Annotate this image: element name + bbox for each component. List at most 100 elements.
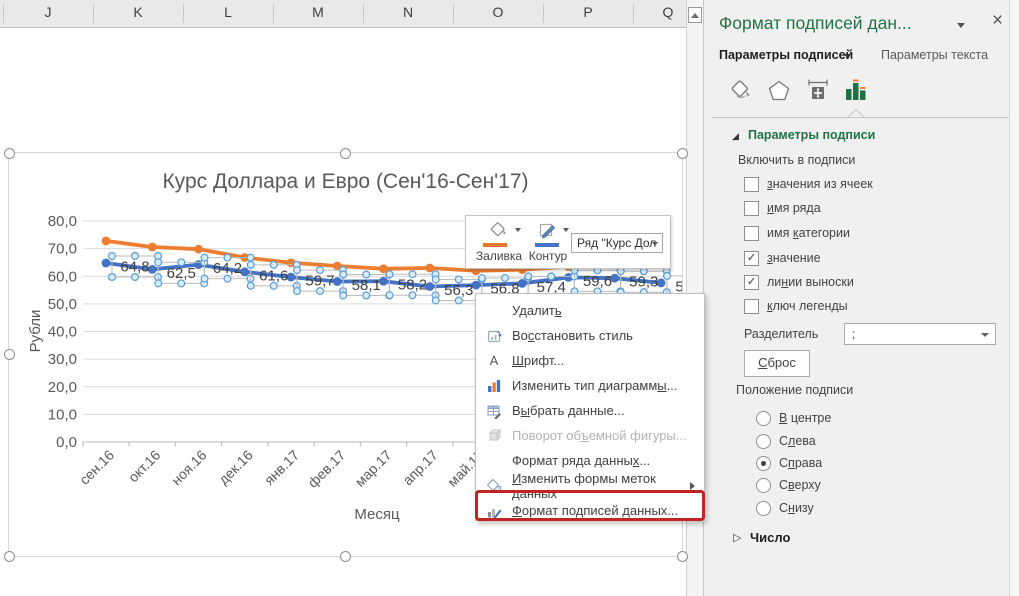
svg-text:59,6: 59,6 — [583, 273, 612, 290]
checkbox-icon: ✓ — [744, 299, 759, 314]
scroll-up-button[interactable] — [688, 7, 702, 23]
column-header-m[interactable]: M — [312, 4, 324, 20]
expand-triangle-icon[interactable]: ▷ — [733, 531, 741, 544]
svg-text:сен.16: сен.16 — [76, 447, 117, 488]
svg-text:апр.17: апр.17 — [399, 447, 441, 489]
radio-above[interactable]: Сверху — [756, 476, 821, 494]
column-header-l[interactable]: L — [224, 4, 232, 20]
column-header-k[interactable]: K — [133, 4, 142, 20]
checkbox-icon: ✓ — [744, 226, 759, 241]
column-header-o[interactable]: O — [493, 4, 504, 20]
pane-close-icon[interactable]: × — [992, 10, 1003, 32]
checkbox-value[interactable]: ✓ значение — [744, 249, 821, 267]
svg-text:59,7: 59,7 — [305, 273, 334, 290]
checkbox-values-from-cells[interactable]: ✓ значения из ячеек — [744, 175, 873, 193]
outline-button[interactable]: Контур — [526, 219, 570, 265]
pane-scrollbar[interactable] — [1009, 0, 1019, 596]
svg-text:59,3: 59,3 — [629, 274, 658, 291]
section-label-options[interactable]: Параметры подписи — [748, 128, 875, 142]
menu-item-delete[interactable]: Удалить — [476, 298, 704, 323]
menu-item-reset-style[interactable]: Восстановить стиль — [476, 323, 704, 348]
pane-title-dropdown-caret[interactable] — [957, 23, 965, 28]
radio-left[interactable]: Слева — [756, 432, 816, 450]
checkbox-category-name[interactable]: ✓ имя категории — [744, 224, 850, 242]
svg-text:64,2: 64,2 — [213, 260, 242, 277]
menu-item-change-chart-type[interactable]: Изменить тип диаграммы... — [476, 373, 704, 398]
chart-element-selector-caret[interactable] — [652, 242, 658, 246]
column-header-q[interactable]: Q — [663, 4, 674, 20]
format-data-labels-pane: Формат подписей дан... × Параметры подпи… — [703, 0, 1019, 596]
svg-text:Месяц: Месяц — [354, 506, 400, 523]
svg-text:окт.16: окт.16 — [125, 447, 164, 486]
chart-resize-handle-w[interactable] — [4, 349, 15, 360]
mini-toolbar: Заливка Контур Ряд "Курс Дол — [465, 215, 671, 269]
column-header-n[interactable]: N — [403, 4, 413, 20]
separator-dropdown-caret — [981, 333, 989, 337]
svg-text:дек.16: дек.16 — [215, 447, 256, 488]
svg-text:50,0: 50,0 — [48, 296, 77, 313]
cube-3d-icon — [476, 428, 512, 444]
collapse-triangle-icon[interactable]: ◢ — [732, 131, 739, 142]
radio-icon — [756, 434, 771, 449]
fill-line-icon[interactable] — [728, 78, 754, 104]
menu-item-format-series[interactable]: Формат ряда данных... — [476, 448, 704, 473]
radio-right[interactable]: Справа — [756, 454, 822, 472]
chart-resize-handle-sw[interactable] — [4, 551, 15, 562]
outline-dropdown-caret[interactable] — [563, 228, 569, 232]
separator-label: Разделитель — [744, 327, 818, 341]
chart-resize-handle-s[interactable] — [340, 551, 351, 562]
annotation-highlight — [475, 490, 705, 521]
chart-resize-handle-se[interactable] — [677, 551, 688, 562]
svg-text:0,0: 0,0 — [56, 434, 77, 451]
svg-text:56,3: 56,3 — [444, 282, 473, 299]
size-properties-icon[interactable] — [805, 78, 831, 104]
checkbox-legend-key[interactable]: ✓ ключ легенды — [744, 297, 848, 315]
svg-text:62,5: 62,5 — [167, 265, 196, 282]
radio-icon — [756, 478, 771, 493]
checkbox-leader-lines[interactable]: ✓ линии выноски — [744, 273, 854, 291]
menu-item-font[interactable]: A Шрифт... — [476, 348, 704, 373]
svg-text:64,8: 64,8 — [120, 258, 149, 275]
svg-text:ноя.16: ноя.16 — [168, 447, 210, 489]
column-header-p[interactable]: P — [583, 4, 592, 20]
radio-below[interactable]: Снизу — [756, 499, 814, 517]
svg-text:70,0: 70,0 — [48, 241, 77, 258]
chart-element-selector[interactable]: Ряд "Курс Дол — [571, 233, 663, 253]
tab-text-options[interactable]: Параметры текста — [881, 48, 988, 62]
outline-label: Контур — [526, 249, 570, 263]
column-header-j[interactable]: J — [45, 4, 52, 20]
svg-text:40,0: 40,0 — [48, 324, 77, 341]
menu-item-select-data[interactable]: Выбрать данные... — [476, 398, 704, 423]
context-menu: Удалить Восстановить стиль A Шрифт... Из… — [475, 293, 705, 521]
chart-resize-handle-n[interactable] — [340, 148, 351, 159]
paint-bucket-icon — [488, 221, 510, 239]
svg-text:80,0: 80,0 — [48, 213, 77, 230]
tab-label-options[interactable]: Параметры подписей — [719, 48, 853, 62]
scroll-up-icon — [691, 13, 699, 18]
tab-label-options-caret[interactable] — [844, 54, 850, 58]
radio-icon — [756, 456, 771, 471]
separator-dropdown[interactable]: ; — [844, 323, 996, 345]
svg-text:фев.17: фев.17 — [304, 447, 348, 491]
svg-text:10,0: 10,0 — [48, 406, 77, 423]
pane-divider — [712, 117, 1012, 118]
svg-text:янв.17: янв.17 — [261, 447, 302, 488]
svg-text:Рубли: Рубли — [27, 310, 44, 353]
chart-resize-handle-nw[interactable] — [4, 148, 15, 159]
svg-text:58,2: 58,2 — [398, 277, 427, 294]
include-in-label-text: Включить в подписи — [738, 153, 855, 167]
chart-element-selector-value: Ряд "Курс Дол — [577, 236, 656, 250]
fill-dropdown-caret[interactable] — [515, 228, 521, 232]
svg-text:61,6: 61,6 — [259, 267, 288, 284]
checkbox-icon: ✓ — [744, 177, 759, 192]
chart-resize-handle-ne[interactable] — [677, 148, 688, 159]
fill-label: Заливка — [474, 249, 524, 263]
pencil-outline-icon — [537, 221, 559, 239]
section-number[interactable]: Число — [750, 530, 790, 545]
checkbox-series-name[interactable]: ✓ имя ряда — [744, 199, 821, 217]
radio-center[interactable]: В центре — [756, 409, 831, 427]
fill-button[interactable]: Заливка — [474, 219, 524, 265]
reset-button[interactable]: Сброс — [744, 350, 810, 377]
label-options-icon[interactable] — [843, 78, 869, 104]
effects-icon[interactable] — [766, 78, 792, 104]
